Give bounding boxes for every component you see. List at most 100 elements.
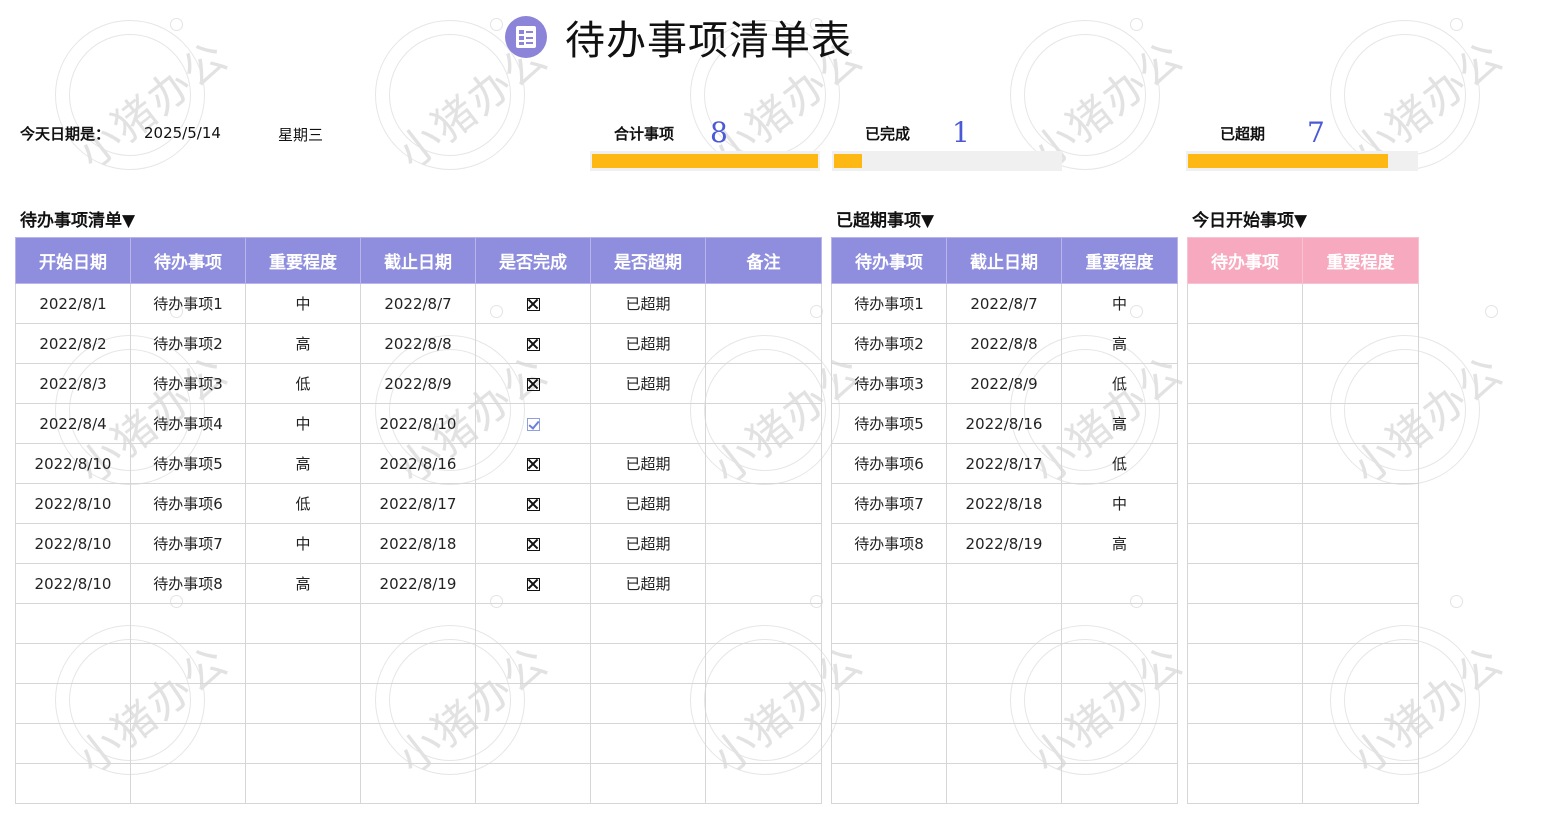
todo-cell[interactable]: 2022/8/17 bbox=[360, 483, 476, 524]
todo-cell[interactable]: 已超期 bbox=[590, 483, 706, 524]
todo-cell[interactable]: 待办事项8 bbox=[130, 563, 246, 604]
todo-cell[interactable]: 待办事项1 bbox=[130, 283, 246, 324]
todo-cell[interactable]: 2022/8/10 bbox=[15, 443, 131, 484]
todo-cell[interactable]: 2022/8/10 bbox=[15, 523, 131, 564]
empty-cell[interactable] bbox=[1061, 643, 1178, 684]
weekday-value[interactable]: 星期三 bbox=[278, 124, 323, 145]
crossed-box-icon[interactable] bbox=[526, 297, 540, 311]
overdue_list-cell[interactable]: 待办事项3 bbox=[831, 363, 947, 404]
todo-cell[interactable] bbox=[705, 403, 822, 444]
empty-cell[interactable] bbox=[245, 643, 361, 684]
empty-cell[interactable] bbox=[1061, 563, 1178, 604]
today-list-heading[interactable]: 今日开始事项▼ bbox=[1192, 206, 1307, 231]
overdue_list-cell[interactable]: 中 bbox=[1061, 483, 1178, 524]
overdue_list-header-cell[interactable]: 截止日期 bbox=[946, 237, 1062, 284]
empty-cell[interactable] bbox=[590, 763, 706, 804]
todo-cell[interactable]: 2022/8/4 bbox=[15, 403, 131, 444]
empty-cell[interactable] bbox=[590, 723, 706, 764]
empty-cell[interactable] bbox=[130, 763, 246, 804]
empty-cell[interactable] bbox=[1187, 563, 1303, 604]
todo-cell[interactable]: 2022/8/19 bbox=[360, 563, 476, 604]
empty-cell[interactable] bbox=[831, 723, 947, 764]
empty-cell[interactable] bbox=[1302, 363, 1419, 404]
empty-cell[interactable] bbox=[15, 763, 131, 804]
todo-cell[interactable]: 2022/8/9 bbox=[360, 363, 476, 404]
empty-cell[interactable] bbox=[1302, 563, 1419, 604]
todo-cell[interactable]: 中 bbox=[245, 403, 361, 444]
todo-cell[interactable]: 待办事项4 bbox=[130, 403, 246, 444]
empty-cell[interactable] bbox=[1302, 523, 1419, 564]
crossed-box-icon[interactable] bbox=[526, 337, 540, 351]
empty-cell[interactable] bbox=[946, 603, 1062, 644]
empty-cell[interactable] bbox=[475, 683, 591, 724]
empty-cell[interactable] bbox=[946, 643, 1062, 684]
completed-checkbox-cell[interactable] bbox=[475, 483, 591, 524]
todo-cell[interactable]: 已超期 bbox=[590, 563, 706, 604]
todo-cell[interactable]: 高 bbox=[245, 563, 361, 604]
todo-cell[interactable]: 中 bbox=[245, 523, 361, 564]
crossed-box-icon[interactable] bbox=[526, 577, 540, 591]
empty-cell[interactable] bbox=[15, 603, 131, 644]
overdue_list-header-cell[interactable]: 待办事项 bbox=[831, 237, 947, 284]
empty-cell[interactable] bbox=[15, 723, 131, 764]
empty-cell[interactable] bbox=[1061, 683, 1178, 724]
overdue-list-heading[interactable]: 已超期事项▼ bbox=[836, 206, 934, 231]
todo-cell[interactable]: 待办事项5 bbox=[130, 443, 246, 484]
todo-cell[interactable]: 已超期 bbox=[590, 523, 706, 564]
empty-cell[interactable] bbox=[831, 763, 947, 804]
todo-header-cell[interactable]: 待办事项 bbox=[130, 237, 246, 284]
todo-cell[interactable]: 待办事项3 bbox=[130, 363, 246, 404]
empty-cell[interactable] bbox=[475, 763, 591, 804]
empty-cell[interactable] bbox=[946, 683, 1062, 724]
empty-cell[interactable] bbox=[1187, 363, 1303, 404]
overdue_list-cell[interactable]: 高 bbox=[1061, 323, 1178, 364]
empty-cell[interactable] bbox=[475, 643, 591, 684]
todo-cell[interactable]: 低 bbox=[245, 483, 361, 524]
today-date-value[interactable]: 2025/5/14 bbox=[144, 124, 221, 142]
empty-cell[interactable] bbox=[1187, 283, 1303, 324]
empty-cell[interactable] bbox=[1302, 283, 1419, 324]
overdue_list-cell[interactable]: 待办事项8 bbox=[831, 523, 947, 564]
overdue_list-cell[interactable]: 2022/8/17 bbox=[946, 443, 1062, 484]
empty-cell[interactable] bbox=[705, 723, 822, 764]
empty-cell[interactable] bbox=[15, 683, 131, 724]
todo-cell[interactable]: 2022/8/10 bbox=[360, 403, 476, 444]
empty-cell[interactable] bbox=[590, 643, 706, 684]
empty-cell[interactable] bbox=[590, 603, 706, 644]
overdue_list-cell[interactable]: 低 bbox=[1061, 443, 1178, 484]
empty-cell[interactable] bbox=[1187, 443, 1303, 484]
empty-cell[interactable] bbox=[1187, 603, 1303, 644]
completed-checkbox-cell[interactable] bbox=[475, 283, 591, 324]
empty-cell[interactable] bbox=[1187, 643, 1303, 684]
todo-cell[interactable]: 2022/8/3 bbox=[15, 363, 131, 404]
todo-cell[interactable]: 待办事项7 bbox=[130, 523, 246, 564]
todo-cell[interactable]: 2022/8/2 bbox=[15, 323, 131, 364]
empty-cell[interactable] bbox=[245, 683, 361, 724]
todo-cell[interactable] bbox=[705, 283, 822, 324]
todo-header-cell[interactable]: 是否超期 bbox=[590, 237, 706, 284]
completed-checkbox-cell[interactable] bbox=[475, 363, 591, 404]
todo-header-cell[interactable]: 备注 bbox=[705, 237, 822, 284]
empty-cell[interactable] bbox=[360, 643, 476, 684]
todo-list-heading[interactable]: 待办事项清单▼ bbox=[20, 206, 135, 231]
empty-cell[interactable] bbox=[1187, 403, 1303, 444]
todo-cell[interactable] bbox=[705, 443, 822, 484]
todo-cell[interactable]: 中 bbox=[245, 283, 361, 324]
todo-cell[interactable] bbox=[705, 563, 822, 604]
empty-cell[interactable] bbox=[705, 763, 822, 804]
todo-cell[interactable]: 待办事项2 bbox=[130, 323, 246, 364]
empty-cell[interactable] bbox=[360, 763, 476, 804]
empty-cell[interactable] bbox=[1302, 763, 1419, 804]
empty-cell[interactable] bbox=[15, 643, 131, 684]
empty-cell[interactable] bbox=[1187, 683, 1303, 724]
overdue_list-cell[interactable]: 高 bbox=[1061, 523, 1178, 564]
empty-cell[interactable] bbox=[130, 643, 246, 684]
completed-checkbox-cell[interactable] bbox=[475, 403, 591, 444]
overdue_list-cell[interactable]: 待办事项5 bbox=[831, 403, 947, 444]
empty-cell[interactable] bbox=[475, 723, 591, 764]
empty-cell[interactable] bbox=[360, 723, 476, 764]
completed-checkbox-cell[interactable] bbox=[475, 523, 591, 564]
todo-cell[interactable]: 已超期 bbox=[590, 283, 706, 324]
empty-cell[interactable] bbox=[1187, 763, 1303, 804]
overdue_list-cell[interactable]: 2022/8/16 bbox=[946, 403, 1062, 444]
